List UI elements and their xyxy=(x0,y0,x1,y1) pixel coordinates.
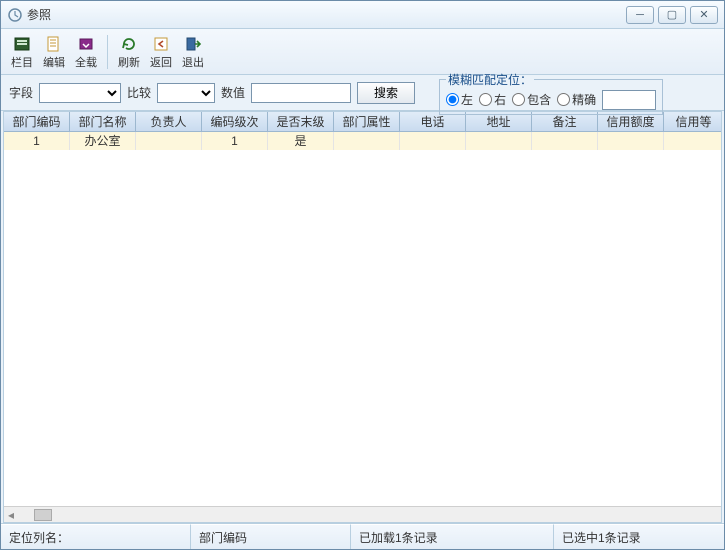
toolbar: 栏目 编辑 全载 刷新 返回 退出 xyxy=(1,29,724,75)
fuzzy-left[interactable]: 左 xyxy=(446,91,473,108)
loadall-icon xyxy=(76,34,96,54)
column-header-attr[interactable]: 部门属性 xyxy=(334,112,400,131)
fuzzy-input[interactable] xyxy=(602,90,656,110)
refresh-icon xyxy=(119,34,139,54)
toolbar-refresh[interactable]: 刷新 xyxy=(114,34,144,70)
column-header-dept_code[interactable]: 部门编码 xyxy=(4,112,70,131)
cell-manager xyxy=(136,132,202,150)
compare-label: 比较 xyxy=(127,84,151,101)
column-header-manager[interactable]: 负责人 xyxy=(136,112,202,131)
toolbar-separator xyxy=(107,35,108,69)
column-header-is_leaf[interactable]: 是否末级 xyxy=(268,112,334,131)
maximize-button[interactable]: ▢ xyxy=(658,6,686,24)
column-header-credit[interactable]: 信用额度 xyxy=(598,112,664,131)
toolbar-edit[interactable]: 编辑 xyxy=(39,34,69,70)
status-selected: 已选中1条记录 xyxy=(554,524,724,549)
window-title: 参照 xyxy=(27,6,626,23)
scroll-thumb[interactable] xyxy=(34,509,52,521)
cell-credit_level xyxy=(664,132,721,150)
cell-is_leaf: 是 xyxy=(268,132,334,150)
horizontal-scrollbar[interactable]: ◂ xyxy=(4,506,721,522)
toolbar-exit[interactable]: 退出 xyxy=(178,34,208,70)
column-header-remark[interactable]: 备注 xyxy=(532,112,598,131)
search-bar: 字段 比较 数值 搜索 模糊匹配定位： 左 右 包含 精确 xyxy=(1,75,724,111)
close-button[interactable]: ✕ xyxy=(690,6,718,24)
status-locate-column: 部门编码 xyxy=(191,524,351,549)
value-label: 数值 xyxy=(221,84,245,101)
fuzzy-exact[interactable]: 精确 xyxy=(557,91,596,108)
window-controls: ─ ▢ ✕ xyxy=(626,6,718,24)
column-header-level[interactable]: 编码级次 xyxy=(202,112,268,131)
cell-dept_code: 1 xyxy=(4,132,70,150)
grid-header: 部门编码部门名称负责人编码级次是否末级部门属性电话地址备注信用额度信用等 xyxy=(4,112,721,132)
fuzzy-match-group: 模糊匹配定位： 左 右 包含 精确 xyxy=(439,71,663,115)
compare-select[interactable] xyxy=(157,83,215,103)
titlebar: 参照 ─ ▢ ✕ xyxy=(1,1,724,29)
fuzzy-right[interactable]: 右 xyxy=(479,91,506,108)
fuzzy-contains[interactable]: 包含 xyxy=(512,91,551,108)
cell-addr xyxy=(466,132,532,150)
minimize-button[interactable]: ─ xyxy=(626,6,654,24)
exit-icon xyxy=(183,34,203,54)
toolbar-loadall[interactable]: 全载 xyxy=(71,34,101,70)
toolbar-columns[interactable]: 栏目 xyxy=(7,34,37,70)
cell-attr xyxy=(334,132,400,150)
scroll-left-icon[interactable]: ◂ xyxy=(4,508,18,522)
cell-dept_name: 办公室 xyxy=(70,132,136,150)
search-button[interactable]: 搜索 xyxy=(357,82,415,104)
app-icon xyxy=(7,7,23,23)
status-loaded: 已加载1条记录 xyxy=(351,524,554,549)
value-input[interactable] xyxy=(251,83,351,103)
reference-window: 参照 ─ ▢ ✕ 栏目 编辑 全载 刷新 返回 退出 xyxy=(0,0,725,550)
table-row[interactable]: 1办公室1是 xyxy=(4,132,721,150)
edit-icon xyxy=(44,34,64,54)
cell-level: 1 xyxy=(202,132,268,150)
cell-phone xyxy=(400,132,466,150)
field-select[interactable] xyxy=(39,83,121,103)
column-header-credit_level[interactable]: 信用等 xyxy=(664,112,722,131)
fuzzy-title: 模糊匹配定位： xyxy=(446,71,534,88)
toolbar-back[interactable]: 返回 xyxy=(146,34,176,70)
grid-body[interactable]: 1办公室1是 xyxy=(4,132,721,506)
back-icon xyxy=(151,34,171,54)
status-locate-label: 定位列名： xyxy=(1,524,191,549)
columns-icon xyxy=(12,34,32,54)
column-header-phone[interactable]: 电话 xyxy=(400,112,466,131)
field-label: 字段 xyxy=(9,84,33,101)
status-bar: 定位列名： 部门编码 已加载1条记录 已选中1条记录 xyxy=(1,523,724,549)
cell-remark xyxy=(532,132,598,150)
column-header-addr[interactable]: 地址 xyxy=(466,112,532,131)
column-header-dept_name[interactable]: 部门名称 xyxy=(70,112,136,131)
cell-credit xyxy=(598,132,664,150)
data-grid: 部门编码部门名称负责人编码级次是否末级部门属性电话地址备注信用额度信用等 1办公… xyxy=(3,111,722,523)
